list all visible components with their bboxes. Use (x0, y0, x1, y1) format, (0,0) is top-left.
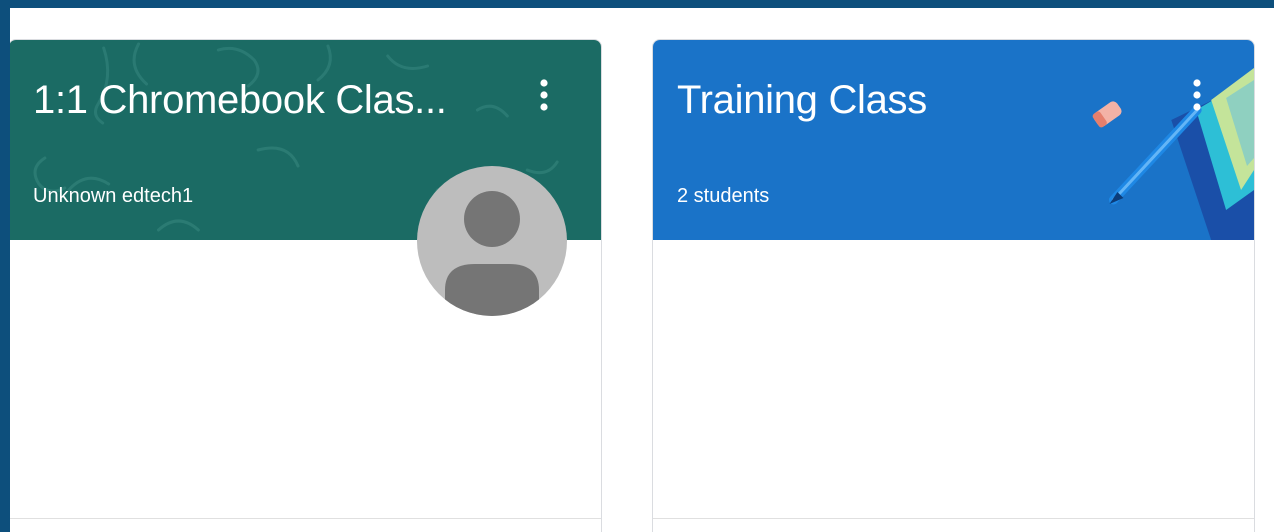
pencil-and-books-illustration (1092, 68, 1254, 240)
student-count[interactable]: 2 students (677, 184, 769, 208)
person-icon (445, 191, 539, 316)
teacher-avatar[interactable] (417, 166, 567, 316)
class-teacher[interactable]: Unknown edtech1 (33, 184, 193, 208)
more-vert-icon (1193, 79, 1201, 111)
class-card[interactable]: 1:1 Chromebook Clas... Unknown edtech1 (10, 39, 602, 532)
class-card-header[interactable]: Training Class 2 students (653, 40, 1254, 240)
card-footer-divider (653, 518, 1254, 519)
class-list: 1:1 Chromebook Clas... Unknown edtech1 T… (10, 8, 1274, 532)
more-vert-icon (540, 79, 548, 111)
class-title[interactable]: 1:1 Chromebook Clas... (33, 78, 447, 122)
class-card[interactable]: Training Class 2 students (652, 39, 1255, 532)
class-title[interactable]: Training Class (677, 78, 927, 122)
more-options-button[interactable] (530, 74, 558, 118)
card-footer-divider (10, 518, 601, 519)
more-options-button[interactable] (1183, 74, 1211, 118)
